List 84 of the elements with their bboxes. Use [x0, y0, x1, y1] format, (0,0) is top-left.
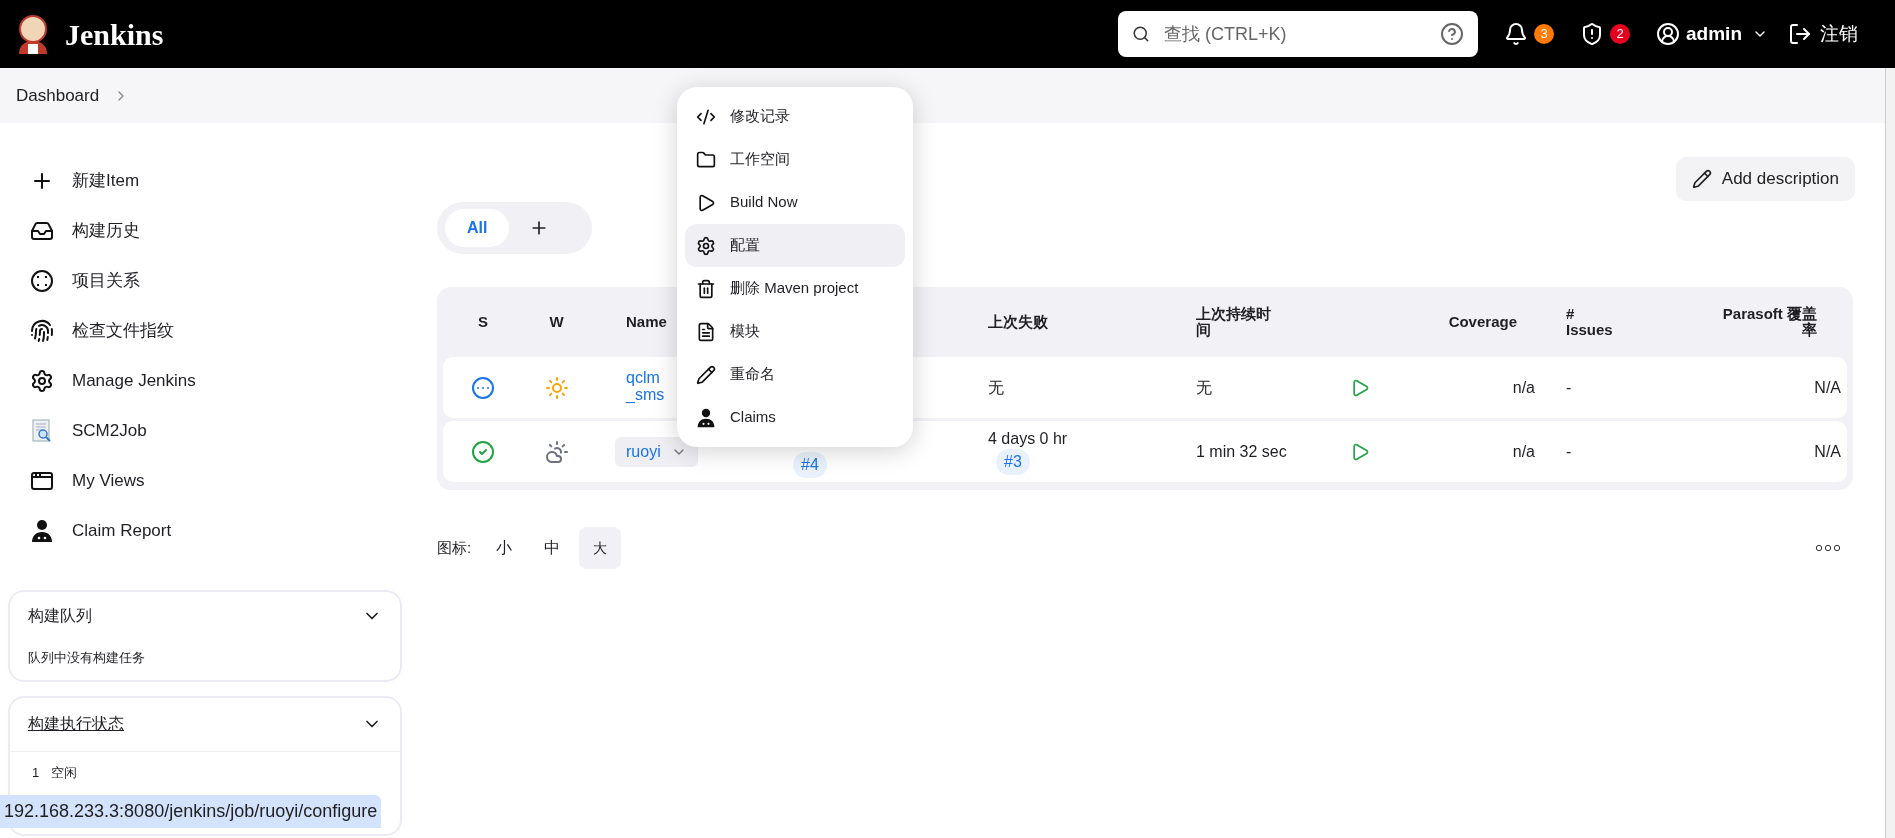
logo-text[interactable]: Jenkins [65, 11, 164, 57]
column-header[interactable]: W [549, 310, 564, 334]
folder-icon [696, 149, 716, 170]
user-icon [1656, 22, 1681, 46]
relations-icon [30, 269, 54, 293]
sidebar-item[interactable]: My Views [8, 456, 402, 506]
menu-item[interactable]: 配置 [685, 224, 905, 267]
sidebar-item[interactable]: 构建历史 [8, 206, 402, 256]
icon-size-option[interactable]: 小 [483, 527, 526, 569]
notification-count: 3 [1534, 24, 1555, 44]
trash-icon [696, 278, 716, 299]
last-failure-text: 4 days 0 hr [988, 428, 1069, 449]
column-header[interactable]: S [478, 310, 488, 334]
search-field[interactable]: 查找 (CTRL+K) [1118, 11, 1479, 57]
breadcrumb-link[interactable]: Dashboard [16, 82, 100, 109]
security-count: 2 [1610, 24, 1631, 44]
fingerprint-icon [30, 319, 54, 343]
status-url: 192.168.233.3:8080/jenkins/job/ruoyi/configure [4, 800, 378, 823]
success-status-icon [471, 439, 495, 464]
coverage-text: n/a [1512, 441, 1535, 462]
menu-item[interactable]: 修改记录 [685, 95, 905, 138]
menu-item[interactable]: Build Now [685, 181, 905, 224]
duration-text: 1 min 32 sec [1196, 442, 1287, 460]
sidebar-item[interactable]: 检查文件指纹 [8, 306, 402, 356]
logout-button[interactable]: 注销 [1788, 19, 1858, 49]
sidebar-item[interactable]: Manage Jenkins [8, 356, 402, 406]
queue-message: 队列中没有构建任务 [28, 649, 146, 667]
executor-state: 空闲 [51, 763, 78, 782]
pending-status-icon [471, 375, 495, 400]
coverage-text: n/a [1512, 377, 1535, 398]
card-title-link[interactable]: 构建执行状态 [28, 712, 124, 736]
executor-number: 1 [32, 763, 40, 782]
cloud-sun-icon [544, 439, 569, 464]
add-description-button[interactable]: Add description [1675, 157, 1855, 201]
icon-size-option[interactable]: 中 [531, 527, 574, 569]
person-icon [30, 519, 54, 543]
card-title: 构建队列 [28, 606, 92, 626]
sidebar-item[interactable]: 项目关系 [8, 256, 402, 306]
column-header[interactable]: Parasoft 覆盖率 [1711, 306, 1817, 338]
icon-size-option[interactable]: 大 [579, 527, 622, 569]
sidebar-item[interactable]: SCM2Job [8, 406, 402, 456]
search-icon [1132, 25, 1151, 43]
last-failure-text: 无 [988, 377, 1005, 398]
menu-item[interactable]: 删除 Maven project [685, 267, 905, 310]
job-link[interactable]: ruoyi [615, 436, 698, 467]
window-icon [30, 469, 54, 493]
help-icon[interactable] [1440, 22, 1465, 46]
issues-text: - [1566, 378, 1572, 396]
build-play-icon[interactable] [1350, 377, 1370, 398]
job-link[interactable]: qclm_sms [615, 368, 677, 403]
file-icon [696, 321, 716, 342]
build-link[interactable]: #3 [996, 448, 1030, 475]
duration-text: 无 [1196, 378, 1212, 396]
settings-icon [696, 235, 716, 256]
search-input[interactable]: 查找 (CTRL+K) [1164, 20, 1427, 48]
notification-icon[interactable] [1504, 22, 1529, 46]
parasoft-text: N/A [1814, 441, 1841, 462]
menu-item[interactable]: Claims [685, 396, 905, 439]
build-play-icon[interactable] [1350, 441, 1370, 462]
sidebar-item[interactable]: Claim Report [8, 506, 402, 556]
column-header[interactable]: 上次失败 [988, 312, 1048, 330]
pencil-icon [696, 364, 716, 385]
column-header[interactable]: Name [626, 312, 667, 330]
parasoft-text: N/A [1814, 377, 1841, 398]
menu-item[interactable]: 工作空间 [685, 138, 905, 181]
play-icon [696, 192, 716, 213]
sun-icon [544, 375, 569, 400]
icon-size-label: 图标: [437, 537, 472, 558]
pencil-icon [1691, 169, 1712, 189]
menu-item[interactable]: 模块 [685, 310, 905, 353]
column-header[interactable]: 上次持续时间 [1196, 306, 1276, 338]
menu-item[interactable]: 重命名 [685, 353, 905, 396]
view-tab[interactable]: All [445, 209, 510, 247]
logout-icon [1788, 22, 1812, 46]
user-menu[interactable]: admin [1656, 19, 1768, 49]
column-header[interactable]: Coverage [1448, 310, 1517, 334]
column-header[interactable]: # Issues [1566, 306, 1616, 338]
person-icon [696, 407, 716, 428]
sidebar-item[interactable]: 新建Item [8, 156, 402, 206]
settings-icon [30, 369, 54, 393]
inbox-icon [30, 219, 54, 243]
issues-text: - [1566, 442, 1572, 460]
build-link[interactable]: #4 [793, 452, 827, 478]
more-icon[interactable] [1815, 544, 1841, 552]
